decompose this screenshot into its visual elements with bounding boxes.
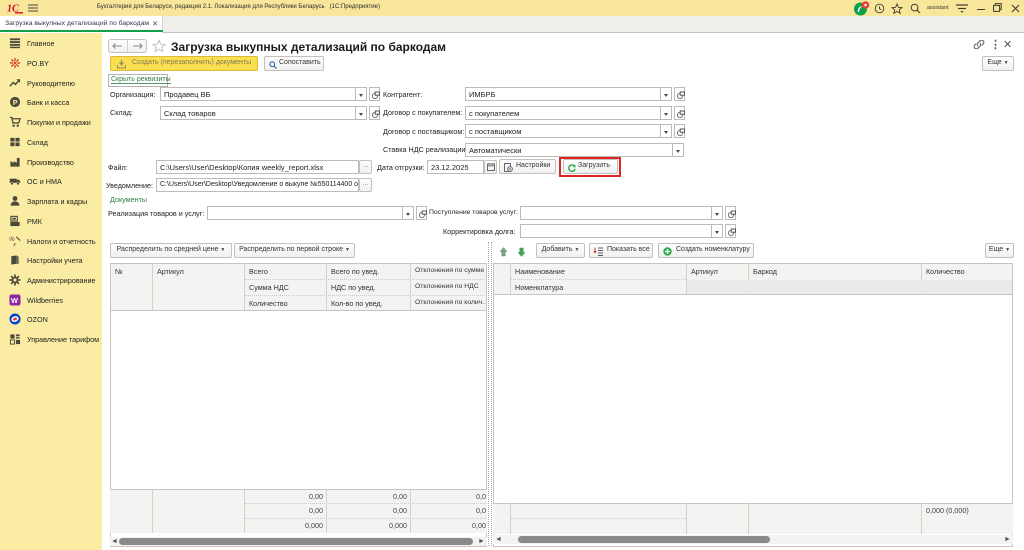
svg-text:х: х xyxy=(12,242,16,247)
svg-text:P: P xyxy=(13,98,18,107)
svg-text:W: W xyxy=(11,296,18,305)
